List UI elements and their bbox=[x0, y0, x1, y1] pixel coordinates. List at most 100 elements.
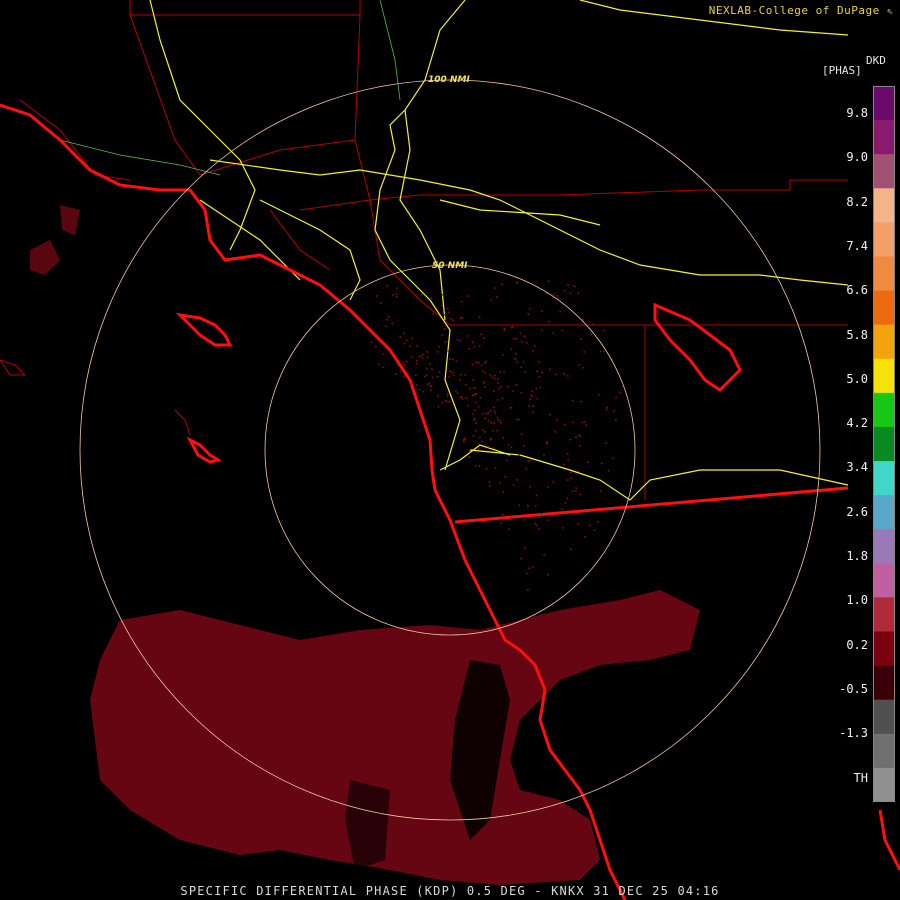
clutter-pixel bbox=[523, 519, 526, 521]
clutter-pixel bbox=[474, 465, 477, 467]
legend-tick-label: 7.4 bbox=[846, 238, 868, 253]
clutter-pixel bbox=[441, 401, 444, 404]
clutter-pixel bbox=[534, 522, 536, 525]
clutter-pixel bbox=[387, 315, 390, 318]
highway bbox=[399, 109, 446, 321]
clutter-pixel bbox=[461, 317, 463, 319]
county-line bbox=[129, 14, 201, 176]
clutter-pixel bbox=[420, 293, 423, 296]
clutter-pixel bbox=[444, 341, 447, 343]
clutter-pixel bbox=[579, 444, 581, 447]
clutter-pixel bbox=[554, 373, 557, 376]
clutter-pixel bbox=[516, 361, 518, 363]
clutter-pixel bbox=[546, 441, 548, 443]
clutter-pixel bbox=[468, 388, 471, 390]
clutter-pixel bbox=[524, 547, 526, 549]
clutter-pixel bbox=[395, 293, 398, 295]
clutter-pixel bbox=[515, 383, 517, 386]
clutter-pixel bbox=[474, 387, 477, 389]
clutter-pixel bbox=[562, 527, 564, 529]
clutter-pixel bbox=[503, 329, 505, 332]
clutter-pixel bbox=[510, 326, 513, 329]
clutter-pixel bbox=[524, 370, 527, 373]
clutter-pixel bbox=[506, 459, 508, 462]
clutter-pixel bbox=[477, 405, 480, 408]
clutter-pixel bbox=[577, 523, 580, 526]
clutter-pixel bbox=[605, 408, 608, 411]
clutter-pixel bbox=[615, 396, 617, 399]
color-swatch bbox=[874, 324, 894, 360]
clutter-pixel bbox=[493, 422, 495, 424]
clutter-pixel bbox=[473, 345, 476, 348]
clutter-pixel bbox=[386, 318, 388, 321]
clutter-pixel bbox=[485, 413, 488, 415]
clutter-pixel bbox=[527, 460, 529, 463]
clutter-pixel bbox=[482, 429, 484, 431]
clutter-pixel bbox=[449, 358, 451, 360]
clutter-pixel bbox=[613, 410, 615, 413]
legend-tick-label: 6.6 bbox=[846, 283, 868, 298]
clutter-pixel bbox=[426, 367, 428, 370]
color-swatch bbox=[874, 120, 894, 155]
clutter-pixel bbox=[493, 406, 495, 408]
clutter-pixel bbox=[515, 337, 517, 340]
clutter-pixel bbox=[465, 397, 468, 399]
clutter-pixel bbox=[376, 295, 378, 297]
clutter-pixel bbox=[538, 361, 540, 363]
clutter-pixel bbox=[431, 376, 434, 379]
ring-label-50: 50 NMI bbox=[432, 261, 468, 271]
clutter-pixel bbox=[491, 376, 493, 379]
clutter-pixel bbox=[496, 416, 498, 419]
clutter-pixel bbox=[426, 351, 428, 353]
clutter-pixel bbox=[441, 334, 443, 336]
clutter-pixel bbox=[518, 504, 521, 507]
clutter-pixel bbox=[451, 371, 454, 374]
clutter-pixel bbox=[472, 386, 475, 389]
clutter-pixel bbox=[580, 400, 582, 403]
clutter-pixel bbox=[510, 406, 513, 409]
clutter-pixel bbox=[527, 504, 529, 507]
clutter-pixel bbox=[527, 313, 529, 315]
clutter-pixel bbox=[431, 368, 433, 370]
clutter-pixel bbox=[532, 350, 534, 352]
clutter-pixel bbox=[437, 375, 439, 378]
clutter-pixel bbox=[459, 379, 461, 381]
clutter-pixel bbox=[549, 368, 551, 370]
clutter-pixel bbox=[552, 332, 555, 334]
clutter-pixel bbox=[529, 486, 531, 488]
clutter-pixel bbox=[472, 379, 474, 381]
clutter-pixel bbox=[396, 357, 398, 360]
clutter-pixel bbox=[438, 345, 440, 348]
clutter-pixel bbox=[533, 345, 536, 347]
clutter-pixel bbox=[559, 310, 561, 313]
clutter-pixel bbox=[370, 341, 373, 344]
clutter-pixel bbox=[422, 391, 425, 393]
clutter-pixel bbox=[478, 465, 480, 467]
clutter-pixel bbox=[430, 389, 432, 391]
range-ring-50nmi bbox=[264, 264, 636, 636]
clutter-pixel bbox=[489, 485, 491, 487]
clutter-pixel bbox=[479, 436, 481, 439]
clutter-pixel bbox=[487, 411, 489, 414]
island bbox=[174, 409, 191, 436]
clutter-pixel bbox=[564, 502, 567, 504]
clutter-pixel bbox=[557, 297, 560, 300]
clutter-pixel bbox=[396, 363, 399, 365]
clutter-pixel bbox=[421, 357, 424, 359]
clutter-pixel bbox=[481, 440, 483, 443]
ground-clutter bbox=[370, 280, 621, 591]
clutter-pixel bbox=[573, 285, 576, 287]
legend-tick-label: 8.2 bbox=[846, 194, 868, 209]
clutter-pixel bbox=[449, 370, 452, 372]
clutter-pixel bbox=[503, 328, 506, 330]
clutter-pixel bbox=[497, 418, 499, 421]
clutter-pixel bbox=[493, 410, 496, 412]
clutter-pixel bbox=[471, 394, 474, 397]
clutter-pixel bbox=[382, 353, 385, 355]
clutter-pixel bbox=[395, 295, 398, 298]
clutter-pixel bbox=[569, 292, 572, 295]
clutter-pixel bbox=[473, 394, 475, 396]
clutter-pixel bbox=[484, 362, 486, 364]
clutter-pixel bbox=[580, 338, 582, 340]
color-swatch bbox=[874, 665, 894, 701]
